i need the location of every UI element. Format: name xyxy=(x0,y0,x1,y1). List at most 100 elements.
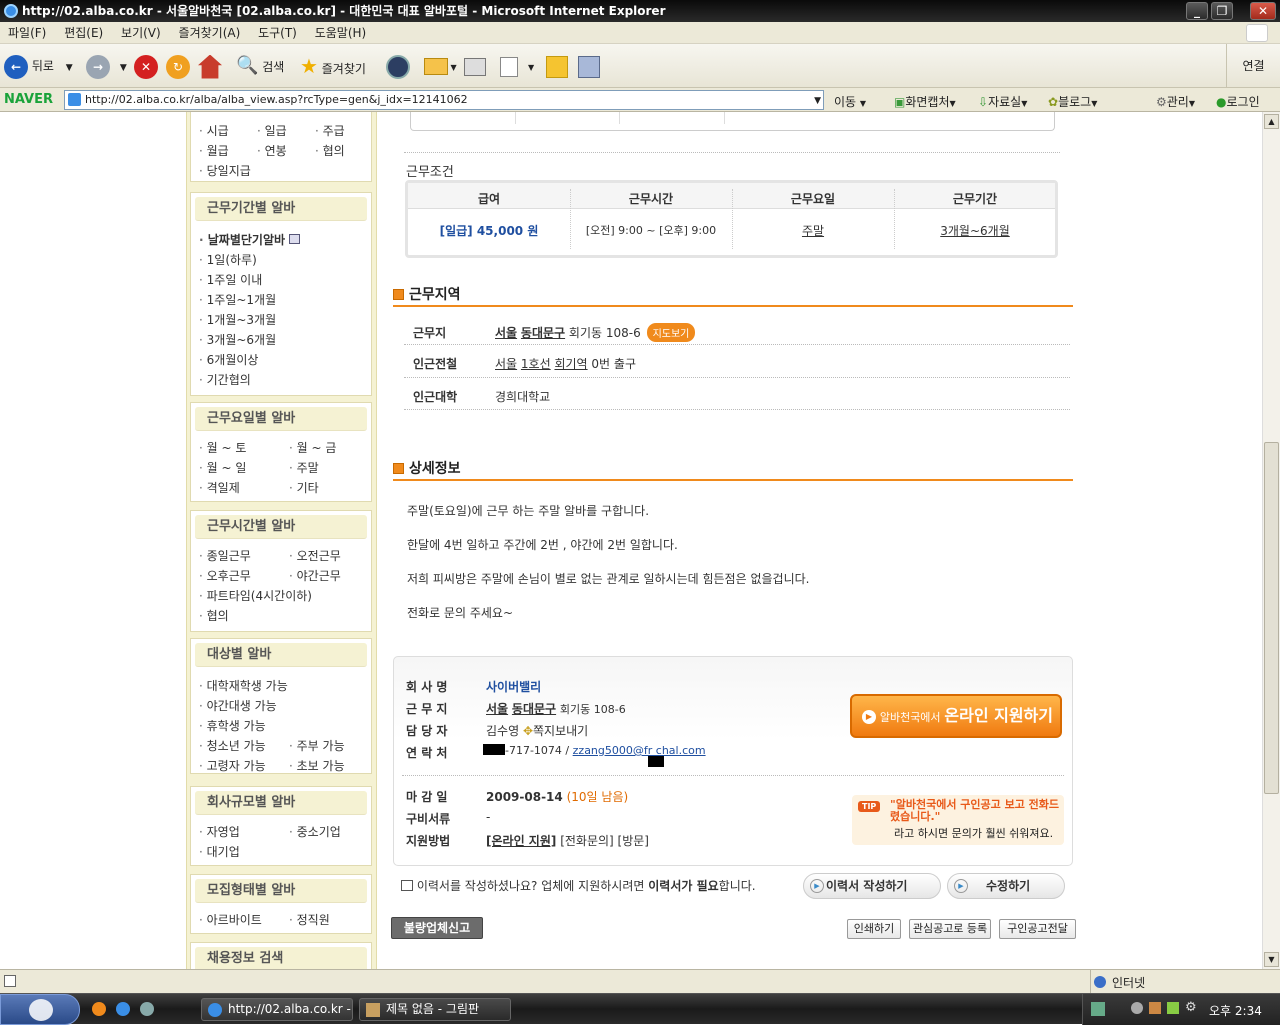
print-button[interactable] xyxy=(464,52,486,80)
media-button[interactable] xyxy=(386,52,410,80)
vertical-scrollbar[interactable]: ▲ ▼ xyxy=(1262,112,1280,969)
forward-posting-button[interactable]: 구인공고전달 xyxy=(999,919,1076,939)
sidebar-item-hourly[interactable]: 시급 xyxy=(199,122,229,139)
sidebar-item-night[interactable]: 야간근무 xyxy=(289,567,341,584)
go-button[interactable]: 이동 ▼ xyxy=(834,93,866,110)
close-button[interactable]: ✕ xyxy=(1250,2,1276,20)
sidebar-item-mon-fri[interactable]: 월 ~ 금 xyxy=(289,439,337,456)
sidebar-item-afternoon[interactable]: 오후근무 xyxy=(199,567,251,584)
search-button[interactable]: 🔍 검색 xyxy=(236,52,284,80)
research-button[interactable] xyxy=(578,52,600,80)
sidebar-item-leave-student[interactable]: 휴학생 가능 xyxy=(199,717,266,734)
sidebar-item-parttimejob[interactable]: 아르바이트 xyxy=(199,911,262,928)
sidebar-item-housewife[interactable]: 주부 가능 xyxy=(289,737,345,754)
sidebar-item-sme[interactable]: 중소기업 xyxy=(289,823,341,840)
sidebar-item-period-negotiable[interactable]: 기간협의 xyxy=(199,371,251,388)
start-button[interactable] xyxy=(0,994,80,1025)
sidebar-item-morning[interactable]: 오전근무 xyxy=(289,547,341,564)
sidebar-item-days-other[interactable]: 기타 xyxy=(289,479,319,496)
quicklaunch-icon-1[interactable] xyxy=(92,1002,106,1016)
sidebar-item-daily[interactable]: 일급 xyxy=(257,122,287,139)
forward-button[interactable]: → ▼ xyxy=(86,52,127,80)
sidebar-item-selfemployed[interactable]: 자영업 xyxy=(199,823,240,840)
materials-button[interactable]: ⇩자료실▼ xyxy=(978,93,1027,110)
print-page-button[interactable]: 인쇄하기 xyxy=(847,919,901,939)
forward-dropdown-icon[interactable]: ▼ xyxy=(120,63,127,73)
company-district-link[interactable]: 동대문구 xyxy=(512,702,556,716)
sidebar-item-beginner[interactable]: 초보 가능 xyxy=(289,757,345,774)
tray-icon-1[interactable] xyxy=(1091,1002,1105,1016)
menu-help[interactable]: 도움말(H) xyxy=(315,26,367,40)
back-dropdown-icon[interactable]: ▼ xyxy=(66,63,73,73)
home-button[interactable] xyxy=(198,52,222,80)
subway-line-link[interactable]: 1호선 xyxy=(521,357,551,371)
refresh-button[interactable]: ↻ xyxy=(166,52,190,80)
sidebar-item-monthly[interactable]: 월급 xyxy=(199,142,229,159)
sidebar-item-weekend[interactable]: 주말 xyxy=(289,459,319,476)
tray-icon-4[interactable] xyxy=(1167,1002,1179,1014)
login-button[interactable]: ●로그인 xyxy=(1216,93,1260,110)
sidebar-item-alternate[interactable]: 격일제 xyxy=(199,479,240,496)
scroll-thumb[interactable] xyxy=(1264,442,1279,794)
url-input[interactable]: http://02.alba.co.kr/alba/alba_view.asp?… xyxy=(64,90,824,110)
sidebar-item-time-negotiable[interactable]: 협의 xyxy=(199,607,229,624)
company-name[interactable]: 사이버밸리 xyxy=(486,678,541,695)
blog-button[interactable]: ✿블로그▼ xyxy=(1048,93,1097,110)
sidebar-item-3m-6m[interactable]: 3개월~6개월 xyxy=(199,331,277,348)
mail-button[interactable]: ▼ xyxy=(424,52,457,80)
email-link[interactable]: zzang5000@fr chal.com xyxy=(573,744,706,757)
gear-icon[interactable]: ⚙ xyxy=(1185,1000,1197,1015)
days-value[interactable]: 주말 xyxy=(732,222,894,239)
map-button[interactable]: 지도보기 xyxy=(646,323,696,342)
menu-tools[interactable]: 도구(T) xyxy=(258,26,297,40)
sidebar-item-sameday[interactable]: 당일지급 xyxy=(199,162,251,179)
period-value[interactable]: 3개월~6개월 xyxy=(894,222,1056,239)
favorites-button[interactable]: ★ 즐겨찾기 xyxy=(300,52,366,80)
sidebar-item-6m-plus[interactable]: 6개월이상 xyxy=(199,351,259,368)
apply-online-button[interactable]: ▶ 알바천국에서 온라인 지원하기 xyxy=(850,694,1062,738)
work-city-link[interactable]: 서울 xyxy=(495,326,517,340)
scroll-up-icon[interactable]: ▲ xyxy=(1264,114,1279,129)
stop-button[interactable]: ✕ xyxy=(134,52,158,80)
menu-favorites[interactable]: 즐겨찾기(A) xyxy=(179,26,241,40)
quicklaunch-ie-icon[interactable] xyxy=(116,1002,130,1016)
sidebar-item-1w-1m[interactable]: 1주일~1개월 xyxy=(199,291,277,308)
sidebar-item-weekly[interactable]: 주급 xyxy=(315,122,345,139)
capture-button[interactable]: ▣화면캡처▼ xyxy=(894,93,956,110)
sidebar-item-teen[interactable]: 청소년 가능 xyxy=(199,737,266,754)
sidebar-item-1m-3m[interactable]: 1개월~3개월 xyxy=(199,311,277,328)
sidebar-item-mon-sat[interactable]: 월 ~ 토 xyxy=(199,439,247,456)
connect-label[interactable]: 연결 xyxy=(1226,44,1280,88)
url-dropdown-icon[interactable]: ▼ xyxy=(814,92,821,110)
sidebar-item-yearly[interactable]: 연봉 xyxy=(257,142,287,159)
sidebar-item-mon-sun[interactable]: 월 ~ 일 xyxy=(199,459,247,476)
work-district-link[interactable]: 동대문구 xyxy=(521,326,565,340)
tray-icon-3[interactable] xyxy=(1149,1002,1161,1014)
company-city-link[interactable]: 서울 xyxy=(486,702,508,716)
taskbar-item-ie[interactable]: http://02.alba.co.kr - ... xyxy=(201,998,353,1021)
method-online-link[interactable]: [온라인 지원] xyxy=(486,834,556,848)
sidebar-item-negotiable[interactable]: 협의 xyxy=(315,142,345,159)
sidebar-item-fullday[interactable]: 종일근무 xyxy=(199,547,251,564)
manage-button[interactable]: ⚙관리▼ xyxy=(1156,93,1195,110)
sidebar-item-parttime[interactable]: 파트타임(4시간이하) xyxy=(199,587,312,604)
send-note-button[interactable]: 쪽지보내기 xyxy=(533,724,588,738)
menu-edit[interactable]: 편집(E) xyxy=(64,26,103,40)
menu-file[interactable]: 파일(F) xyxy=(8,26,46,40)
maximize-button[interactable]: ❐ xyxy=(1211,2,1233,20)
sidebar-item-student[interactable]: 대학재학생 가능 xyxy=(199,677,288,694)
write-resume-button[interactable]: ▶ 이력서 작성하기 xyxy=(803,873,941,899)
edit-button[interactable]: ▼ xyxy=(500,52,534,80)
note-button[interactable] xyxy=(546,52,568,80)
minimize-button[interactable]: _ xyxy=(1186,2,1208,20)
sidebar-item-fulltime[interactable]: 정직원 xyxy=(289,911,330,928)
report-button[interactable]: 불량업체신고 xyxy=(391,917,483,939)
edit-resume-button[interactable]: ▶ 수정하기 xyxy=(947,873,1065,899)
scroll-down-icon[interactable]: ▼ xyxy=(1264,952,1279,967)
clock[interactable]: 오후 2:34 xyxy=(1209,1002,1262,1019)
sidebar-item-senior[interactable]: 고령자 가능 xyxy=(199,757,266,774)
quicklaunch-icon-3[interactable] xyxy=(140,1002,154,1016)
sidebar-item-1week[interactable]: 1주일 이내 xyxy=(199,271,263,288)
subway-station-link[interactable]: 회기역 xyxy=(554,357,587,371)
sidebar-item-1day[interactable]: 1일(하루) xyxy=(199,251,257,268)
